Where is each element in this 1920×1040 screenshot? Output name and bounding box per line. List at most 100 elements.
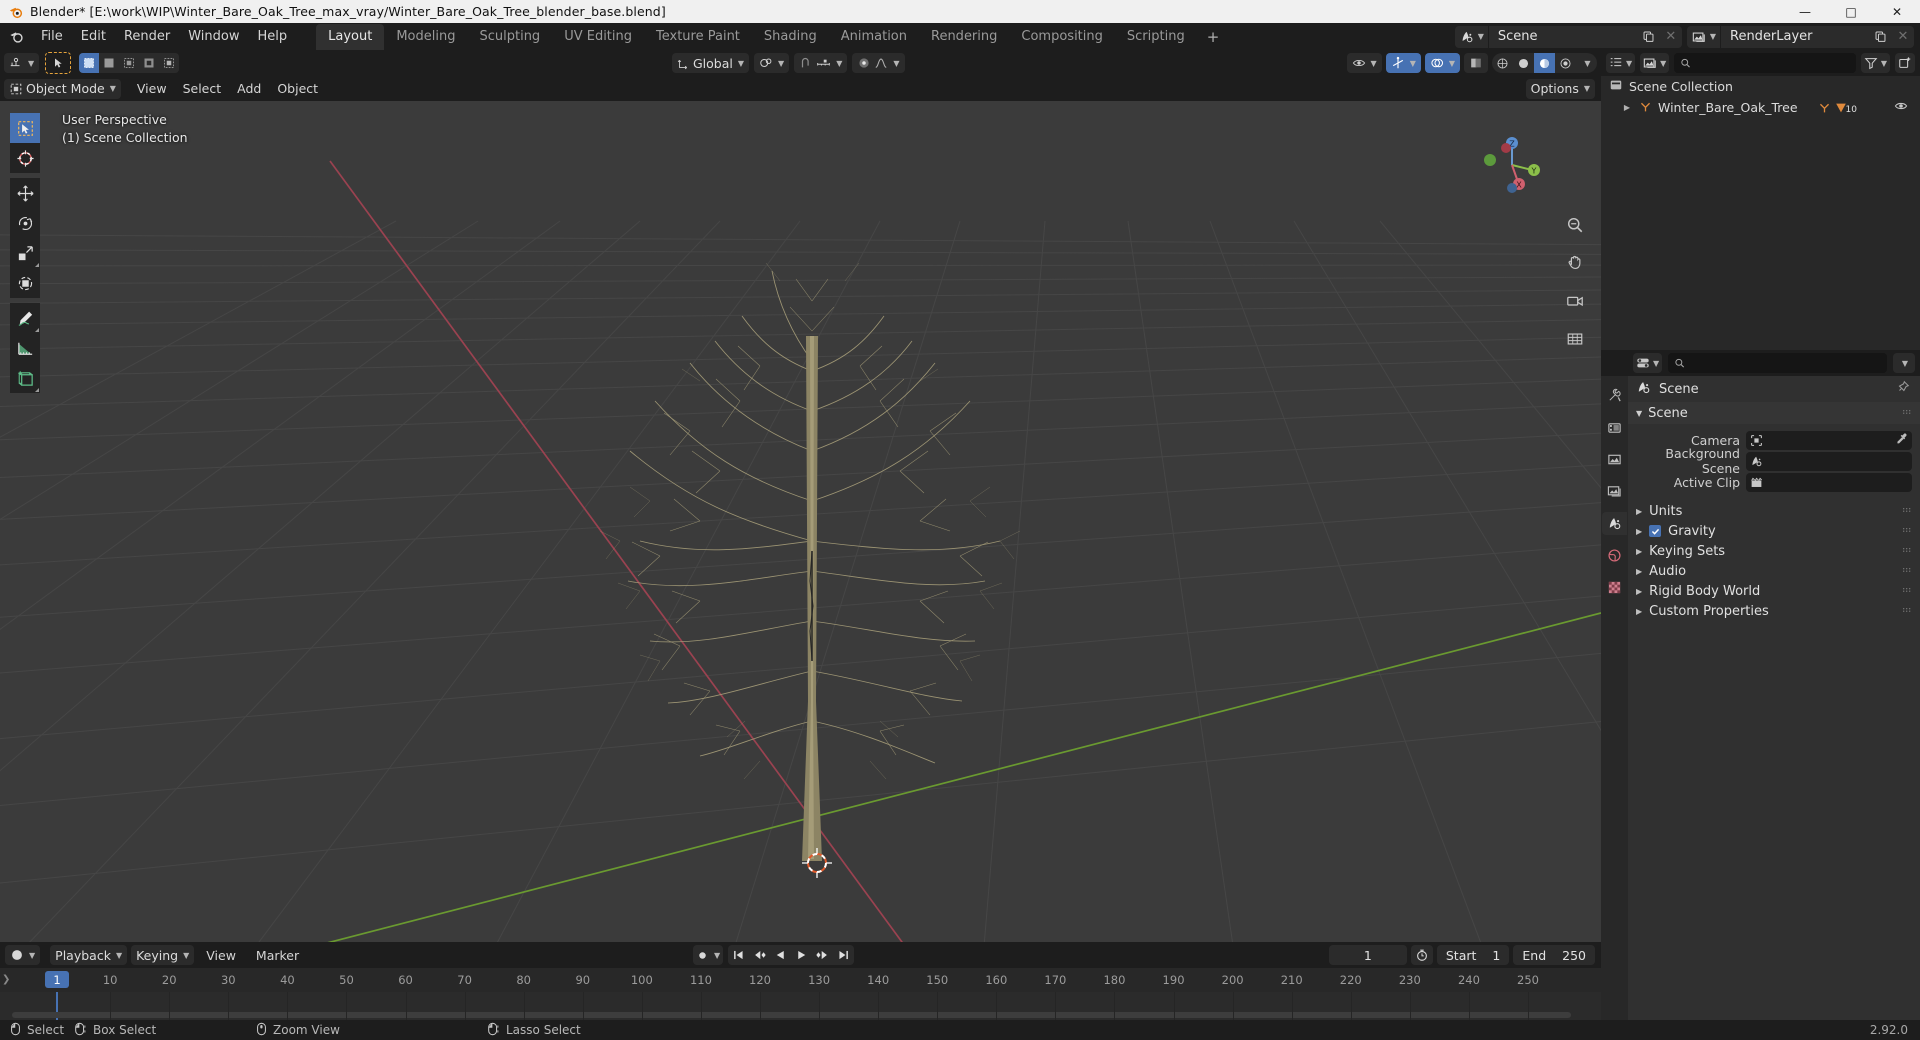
view-layer-icon[interactable]: ▼ — [1686, 25, 1721, 48]
jump-to-end-button[interactable] — [833, 945, 854, 965]
navigation-gizmo[interactable]: Z Y X — [1478, 131, 1546, 199]
add-workspace-button[interactable]: + — [1197, 26, 1230, 50]
remove-viewlayer-button[interactable]: ✕ — [1892, 25, 1914, 48]
measure-tool[interactable] — [10, 333, 40, 363]
wireframe-shading-button[interactable] — [1492, 53, 1513, 73]
expand-channels-icon[interactable]: ❯ — [2, 974, 10, 985]
properties-search-input[interactable] — [1668, 353, 1887, 373]
annotate-tool[interactable] — [10, 303, 40, 333]
scene-icon[interactable]: ▼ — [1454, 25, 1489, 48]
zoom-icon[interactable] — [1563, 213, 1587, 237]
object-mode-dropdown[interactable]: Object Mode ▼ — [4, 78, 121, 99]
tab-compositing[interactable]: Compositing — [1009, 24, 1115, 50]
tab-modeling[interactable]: Modeling — [384, 24, 467, 50]
select-intersect-button[interactable] — [159, 53, 180, 73]
unlink-scene-button[interactable]: ✕ — [1659, 25, 1682, 48]
solid-shading-button[interactable] — [1513, 53, 1534, 73]
outliner-filter-button[interactable]: ▼ — [1860, 53, 1890, 73]
timeline-menu-keying[interactable]: Keying ▼ — [131, 945, 195, 965]
maximize-button[interactable]: □ — [1828, 0, 1874, 23]
camera-view-icon[interactable] — [1563, 289, 1587, 313]
visibility-eye-icon[interactable] — [1894, 100, 1908, 115]
scale-tool[interactable] — [10, 238, 40, 268]
outliner-search-field[interactable] — [1696, 56, 1850, 70]
transform-orientation-button[interactable]: Global ▼ — [672, 53, 750, 73]
frame-start-field[interactable]: Start 1 — [1436, 945, 1510, 965]
jump-to-start-button[interactable] — [728, 945, 749, 965]
overlays-toggle[interactable]: ▼ — [1424, 53, 1460, 73]
menu-help[interactable]: Help — [249, 26, 297, 47]
tab-layout[interactable]: Layout — [316, 24, 385, 50]
xray-toggle[interactable] — [1464, 53, 1488, 73]
tab-tool[interactable] — [1602, 384, 1627, 407]
scene-panel-header[interactable]: ▼ Scene — [1628, 402, 1920, 424]
material-preview-button[interactable] — [1534, 53, 1555, 73]
panel-custom-properties[interactable]: ▶ Custom Properties — [1628, 601, 1920, 621]
outliner-row-scene-collection[interactable]: Scene Collection — [1601, 76, 1920, 97]
panel-units[interactable]: ▶ Units — [1628, 501, 1920, 521]
properties-search-field[interactable] — [1690, 356, 1881, 370]
viewlayer-name[interactable]: RenderLayer — [1721, 25, 1869, 48]
new-viewlayer-button[interactable] — [1869, 25, 1892, 48]
viewport-menu-object[interactable]: Object — [269, 79, 326, 98]
close-button[interactable]: ✕ — [1874, 0, 1920, 23]
select-set-button[interactable] — [79, 53, 100, 73]
proportional-edit-controls[interactable]: ▼ — [852, 53, 905, 73]
tab-rendering[interactable]: Rendering — [919, 24, 1009, 50]
blender-menu-icon[interactable] — [6, 27, 26, 47]
new-collection-button[interactable] — [1895, 53, 1915, 73]
playhead-badge[interactable]: 1 — [45, 971, 69, 988]
timeline-menu-marker[interactable]: Marker — [248, 946, 307, 965]
active-clip-field[interactable] — [1746, 472, 1912, 492]
properties-editor-type-button[interactable]: ▼ — [1633, 353, 1663, 373]
auto-keying-toggle[interactable]: ▼ — [693, 945, 724, 965]
tab-texture-paint[interactable]: Texture Paint — [644, 24, 752, 50]
tab-output[interactable] — [1602, 448, 1627, 471]
menu-file[interactable]: File — [32, 26, 72, 47]
background-scene-field[interactable] — [1746, 451, 1912, 471]
previous-keyframe-button[interactable] — [749, 945, 770, 965]
timeline-menu-view[interactable]: View — [198, 946, 244, 965]
panel-gravity[interactable]: ▶ Gravity — [1628, 521, 1920, 541]
chevron-right-icon[interactable]: ▶ — [1621, 103, 1633, 112]
viewport-menu-view[interactable]: View — [129, 79, 175, 98]
frame-end-field[interactable]: End 250 — [1513, 945, 1595, 965]
panel-keying-sets[interactable]: ▶ Keying Sets — [1628, 541, 1920, 561]
play-button[interactable] — [791, 945, 812, 965]
minimize-button[interactable]: — — [1782, 0, 1828, 23]
tab-scene[interactable] — [1602, 512, 1627, 535]
select-extend-button[interactable] — [99, 53, 120, 73]
viewport-options-button[interactable]: Options ▼ — [1525, 78, 1595, 99]
timeline-body[interactable]: ❮ — [0, 992, 1601, 1031]
transform-tool[interactable] — [10, 268, 40, 298]
menu-render[interactable]: Render — [115, 26, 179, 47]
menu-edit[interactable]: Edit — [72, 26, 115, 47]
use-preview-range-button[interactable] — [1410, 945, 1433, 965]
panel-rigid-body-world[interactable]: ▶ Rigid Body World — [1628, 581, 1920, 601]
outliner-display-mode-button[interactable]: ▼ — [1640, 53, 1670, 73]
visibility-toggle[interactable]: ▼ — [1346, 53, 1382, 73]
tab-texture[interactable] — [1602, 576, 1627, 599]
tab-sculpting[interactable]: Sculpting — [467, 24, 552, 50]
tweak-select-tool[interactable] — [10, 113, 40, 143]
rotate-tool[interactable] — [10, 208, 40, 238]
next-keyframe-button[interactable] — [812, 945, 833, 965]
add-cube-tool[interactable] — [10, 363, 40, 393]
viewlayer-selector[interactable]: ▼ RenderLayer ✕ — [1686, 25, 1914, 48]
pivot-point-button[interactable]: ▼ — [754, 53, 790, 73]
pin-icon[interactable] — [1896, 380, 1910, 398]
outliner-search-input[interactable] — [1674, 53, 1856, 73]
properties-options-button[interactable]: ▼ — [1893, 353, 1915, 373]
select-subtract-button[interactable] — [119, 53, 140, 73]
tab-world[interactable] — [1602, 544, 1627, 567]
scene-selector[interactable]: ▼ Scene ✕ — [1454, 25, 1682, 48]
pan-hand-icon[interactable] — [1563, 251, 1587, 275]
tab-shading[interactable]: Shading — [752, 24, 829, 50]
outliner-row-object[interactable]: ▶ Winter_Bare_Oak_Tree 10 — [1601, 97, 1920, 118]
move-tool[interactable] — [10, 178, 40, 208]
timeline-scrollbar[interactable] — [12, 1012, 1571, 1018]
editor-type-button[interactable]: ▼ — [4, 53, 40, 73]
snap-controls[interactable]: ▼ — [794, 53, 848, 73]
viewport-menu-add[interactable]: Add — [229, 79, 269, 98]
menu-window[interactable]: Window — [179, 26, 248, 47]
